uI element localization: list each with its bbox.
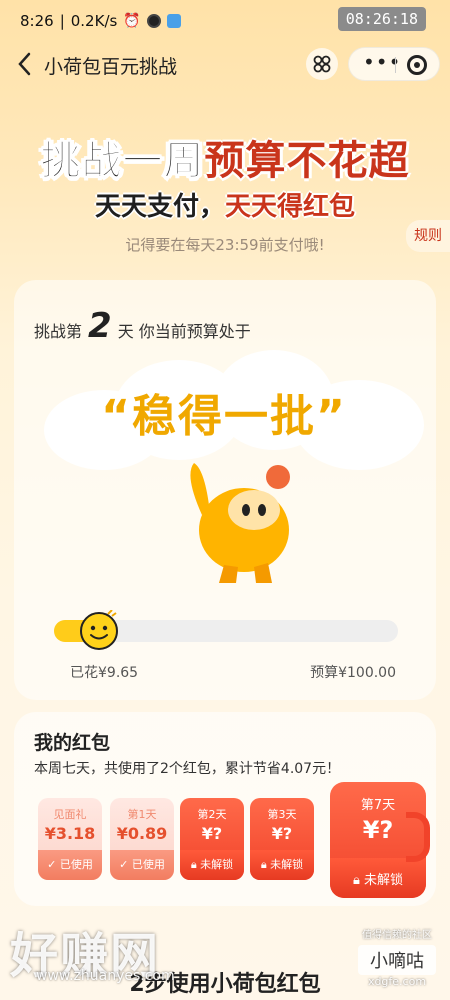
challenge-day-line: 挑战第 2 天 你当前预算处于 bbox=[34, 306, 251, 346]
budget-status-text: “稳得一批” bbox=[101, 391, 347, 442]
mascot-icon bbox=[190, 463, 290, 583]
subline: 天天支付，天天得红包 bbox=[0, 186, 450, 223]
payment-reminder: 记得要在每天23:59前支付哦! bbox=[125, 236, 325, 254]
red-packet-title: 我的红包 bbox=[34, 732, 111, 754]
status-time: 8:26 bbox=[20, 12, 54, 30]
app-notification-icon bbox=[146, 14, 161, 28]
weather-icon bbox=[166, 14, 181, 28]
lock-icon: 🔒︎ bbox=[190, 858, 201, 871]
scan-icon bbox=[313, 55, 331, 73]
budget-amount: 预算¥100.00 bbox=[310, 665, 396, 681]
spent-amount: 已花¥9.65 bbox=[70, 665, 139, 681]
watermark-url: www.zhuanyes.com bbox=[36, 968, 175, 984]
close-target-icon[interactable] bbox=[407, 55, 427, 75]
red-packet-summary: 本周七天，共使用了2个红包，累计节省4.07元！ bbox=[34, 761, 341, 777]
smiley-icon bbox=[80, 610, 118, 650]
headline: 挑战一周预算不花超 bbox=[0, 128, 450, 186]
alarm-icon: ⏰ bbox=[123, 13, 141, 29]
clock-badge: 08:26:18 bbox=[337, 7, 426, 31]
status-bar: 8:26 | 0.2K/s ⏰ 08:26:18 bbox=[0, 0, 450, 40]
headline-part1: 挑战一周 bbox=[40, 138, 205, 185]
headline-part2: 预算不花超 bbox=[204, 138, 410, 184]
scan-button[interactable] bbox=[306, 48, 338, 80]
subline-part2: 天天得红包 bbox=[225, 192, 356, 222]
check-icon: ✓ bbox=[119, 858, 132, 871]
capsule-divider bbox=[395, 57, 396, 73]
back-button[interactable] bbox=[14, 50, 36, 78]
red-packet-card: 我的红包 本周七天，共使用了2个红包，累计节省4.07元！ 见面礼 ¥3.18 … bbox=[14, 712, 436, 906]
day-prefix: 挑战第 bbox=[34, 322, 83, 341]
red-packet-item[interactable]: 见面礼 ¥3.18 ✓ 已使用 bbox=[38, 798, 102, 880]
cup-handle-decoration bbox=[406, 812, 430, 862]
chevron-left-icon bbox=[18, 52, 31, 76]
mini-program-capsule: ••• bbox=[348, 47, 440, 81]
challenge-card: 挑战第 2 天 你当前预算处于 “稳得一批” 已花¥9.65 预算¥100.00 bbox=[14, 280, 436, 700]
lock-icon: 🔒︎ bbox=[352, 873, 365, 888]
day-number: 2 bbox=[88, 306, 112, 346]
nav-bar: 小荷包百元挑战 ••• bbox=[0, 44, 450, 84]
page-title: 小荷包百元挑战 bbox=[44, 56, 178, 78]
lock-icon: 🔒︎ bbox=[260, 858, 271, 871]
rules-button[interactable]: 规则 bbox=[406, 220, 450, 252]
subline-part1: 天天支付， bbox=[94, 192, 225, 222]
check-icon: ✓ bbox=[47, 858, 60, 871]
day-suffix: 天 你当前预算处于 bbox=[117, 322, 251, 341]
red-packet-item[interactable]: 第3天 ¥? 🔒︎ 未解锁 bbox=[250, 798, 314, 880]
net-speed: 0.2K/s bbox=[70, 12, 118, 30]
status-left: 8:26 | 0.2K/s ⏰ bbox=[20, 12, 181, 30]
watermark-right: 值得信赖的社区 小嘀咕 xdgfe.com bbox=[358, 926, 436, 988]
red-packet-item[interactable]: 第1天 ¥0.89 ✓ 已使用 bbox=[110, 798, 174, 880]
red-packet-item[interactable]: 第2天 ¥? 🔒︎ 未解锁 bbox=[180, 798, 244, 880]
